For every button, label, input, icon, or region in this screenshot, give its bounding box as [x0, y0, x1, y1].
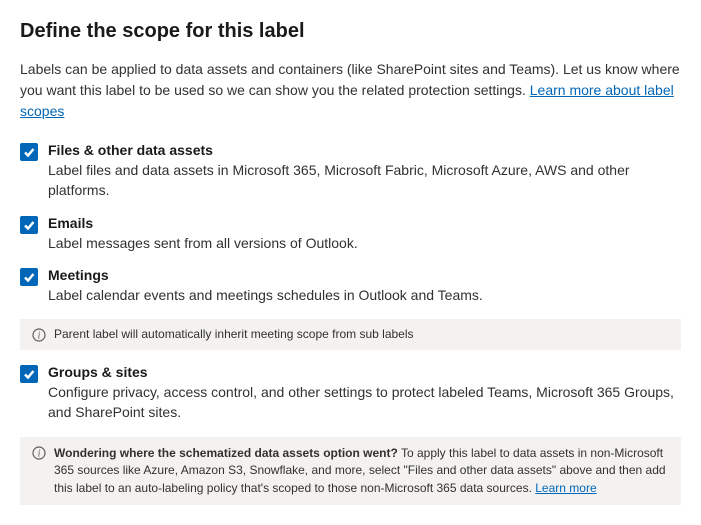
schematized-info-bold: Wondering where the schematized data ass…	[54, 446, 398, 460]
page-title: Define the scope for this label	[20, 20, 681, 43]
svg-text:i: i	[38, 331, 41, 342]
option-emails-body: Emails Label messages sent from all vers…	[48, 215, 681, 253]
option-groups-sites-title: Groups & sites	[48, 364, 681, 380]
info-icon: i	[32, 328, 46, 342]
option-meetings: Meetings Label calendar events and meeti…	[20, 267, 681, 305]
option-meetings-desc: Label calendar events and meetings sched…	[48, 285, 681, 305]
checkbox-files[interactable]	[20, 143, 38, 161]
checkbox-emails[interactable]	[20, 216, 38, 234]
option-emails-desc: Label messages sent from all versions of…	[48, 233, 681, 253]
checkbox-groups-sites[interactable]	[20, 365, 38, 383]
svg-text:i: i	[38, 448, 41, 459]
check-icon	[23, 146, 35, 158]
option-meetings-title: Meetings	[48, 267, 681, 283]
learn-more-schematized-link[interactable]: Learn more	[535, 481, 596, 495]
intro-text: Labels can be applied to data assets and…	[20, 59, 681, 122]
schematized-info-text: Wondering where the schematized data ass…	[54, 445, 669, 497]
option-emails-title: Emails	[48, 215, 681, 231]
info-icon: i	[32, 446, 46, 460]
schematized-info: i Wondering where the schematized data a…	[20, 437, 681, 505]
check-icon	[23, 219, 35, 231]
option-files-body: Files & other data assets Label files an…	[48, 142, 681, 201]
checkbox-meetings[interactable]	[20, 268, 38, 286]
option-files-title: Files & other data assets	[48, 142, 681, 158]
option-emails: Emails Label messages sent from all vers…	[20, 215, 681, 253]
option-groups-sites-body: Groups & sites Configure privacy, access…	[48, 364, 681, 423]
meeting-inherit-text: Parent label will automatically inherit …	[54, 327, 669, 341]
check-icon	[23, 368, 35, 380]
option-files-desc: Label files and data assets in Microsoft…	[48, 160, 681, 201]
check-icon	[23, 271, 35, 283]
option-groups-sites-desc: Configure privacy, access control, and o…	[48, 382, 681, 423]
option-meetings-body: Meetings Label calendar events and meeti…	[48, 267, 681, 305]
meeting-inherit-info: i Parent label will automatically inheri…	[20, 319, 681, 350]
option-groups-sites: Groups & sites Configure privacy, access…	[20, 364, 681, 423]
option-files: Files & other data assets Label files an…	[20, 142, 681, 201]
